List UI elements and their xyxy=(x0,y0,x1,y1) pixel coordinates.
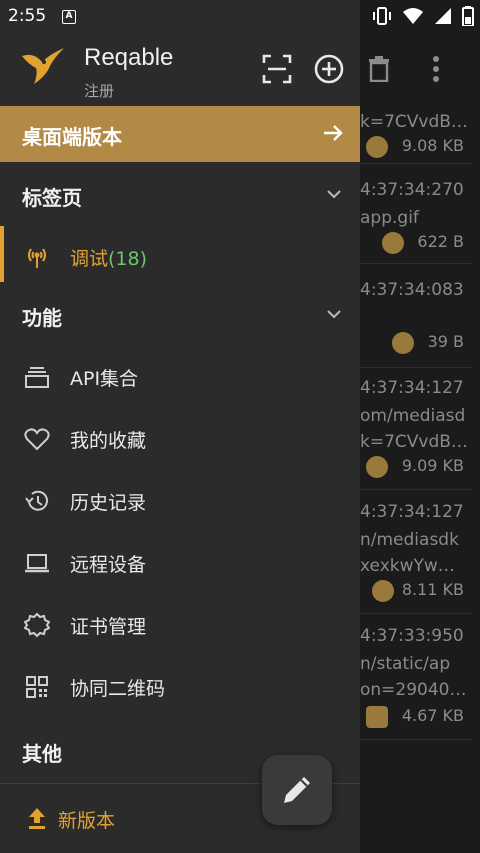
list-item[interactable]: 4:37:34:270 app.gif 622 B xyxy=(360,170,472,264)
background-toolbar xyxy=(360,40,480,100)
globe-icon xyxy=(366,136,388,158)
menu-item-api-collection[interactable]: API集合 xyxy=(0,346,360,406)
section-features[interactable]: 功能 xyxy=(0,284,360,344)
vibrate-icon xyxy=(373,7,391,25)
laptop-icon xyxy=(25,554,49,573)
more-vert-icon[interactable] xyxy=(432,56,440,82)
pencil-icon xyxy=(284,777,310,803)
broadcast-icon xyxy=(28,248,46,268)
chevron-down-icon xyxy=(327,190,341,199)
notification-icon: A xyxy=(62,10,76,24)
signal-icon xyxy=(435,8,451,24)
globe-icon xyxy=(382,232,404,254)
scan-icon[interactable] xyxy=(260,52,294,86)
heart-icon xyxy=(24,428,50,451)
register-link[interactable]: 注册 xyxy=(84,80,114,101)
history-icon xyxy=(25,490,48,511)
arrow-right-icon xyxy=(324,125,343,141)
collection-icon xyxy=(25,367,49,388)
section-tabs[interactable]: 标签页 xyxy=(0,164,360,224)
status-bar: 2:55 A xyxy=(0,0,480,34)
navigation-drawer: Reqable 注册 桌面端版本 标签页 调试(18) 功能 API集合 我的收… xyxy=(0,0,360,853)
status-time: 2:55 xyxy=(8,6,47,26)
desktop-version-banner[interactable]: 桌面端版本 xyxy=(0,106,360,162)
menu-item-remote-devices[interactable]: 远程设备 xyxy=(0,532,360,592)
upload-arrow-icon xyxy=(29,808,45,829)
active-indicator xyxy=(0,226,4,282)
hummingbird-logo-icon xyxy=(22,48,64,84)
drawer-header: Reqable 注册 xyxy=(0,34,360,106)
list-item[interactable]: 4:37:34:127 n/mediasdk xexkwYw… 8.11 KB xyxy=(360,494,472,614)
list-item[interactable]: 4:37:33:950 n/static/ap on=29040… 4.67 K… xyxy=(360,618,472,740)
app-name: Reqable xyxy=(84,44,174,71)
menu-item-collab-qrcode[interactable]: 协同二维码 xyxy=(0,656,360,716)
globe-icon xyxy=(372,580,394,602)
trash-icon[interactable] xyxy=(368,56,390,82)
link-icon xyxy=(392,332,414,354)
file-icon xyxy=(366,706,388,728)
tab-debug[interactable]: 调试(18) xyxy=(0,226,360,286)
add-circle-icon[interactable] xyxy=(312,52,346,86)
certificate-badge-icon xyxy=(24,612,50,638)
edit-fab-button[interactable] xyxy=(262,755,332,825)
list-item[interactable]: 4:37:34:083 39 B xyxy=(360,268,472,368)
menu-item-certificates[interactable]: 证书管理 xyxy=(0,594,360,654)
menu-item-favorites[interactable]: 我的收藏 xyxy=(0,408,360,468)
battery-icon xyxy=(462,6,474,26)
wifi-icon xyxy=(403,8,423,24)
list-item[interactable]: 4:37:34:127 om/mediasd k=7CVvdB… 9.09 KB xyxy=(360,370,472,490)
qrcode-icon xyxy=(26,676,48,698)
chevron-down-icon xyxy=(327,310,341,319)
menu-item-history[interactable]: 历史记录 xyxy=(0,470,360,530)
globe-icon xyxy=(366,456,388,478)
list-item[interactable]: k=7CVvdB… 9.08 KB xyxy=(360,108,472,164)
system-icons xyxy=(372,6,474,26)
